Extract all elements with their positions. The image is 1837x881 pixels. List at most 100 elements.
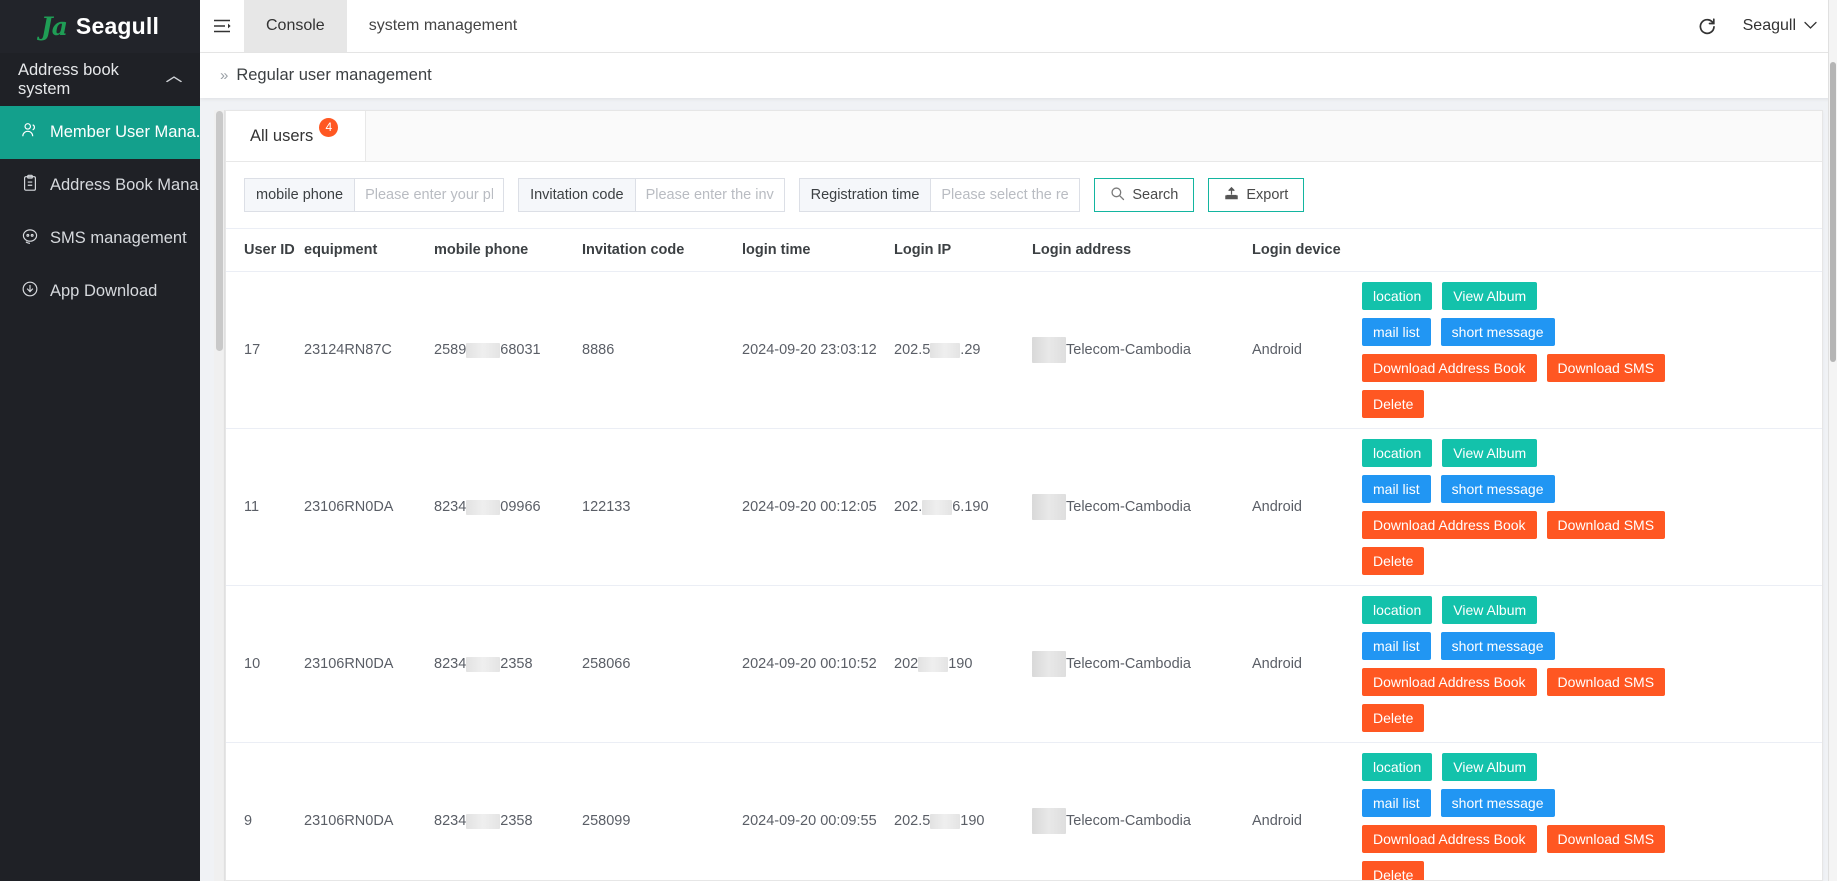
cell-login-address: Telecom-Cambodia xyxy=(1032,742,1252,880)
action-location-button[interactable]: location xyxy=(1362,753,1433,781)
refresh-icon[interactable] xyxy=(1697,16,1717,36)
sidebar-item-member-user-management[interactable]: Member User Mana... xyxy=(0,106,200,159)
action-view-album-button[interactable]: View Album xyxy=(1442,596,1538,624)
cell-user-id: 11 xyxy=(226,428,304,586)
export-icon xyxy=(1224,186,1239,205)
export-button[interactable]: Export xyxy=(1208,178,1305,212)
th-login-device: Login device xyxy=(1252,228,1362,272)
action-short-message-button[interactable]: short message xyxy=(1440,632,1555,660)
sidebar-item-label: Member User Mana... xyxy=(50,123,200,141)
table-row: 9 23106RN0DA 8234 2358 258099 2024-09-20 00:0… xyxy=(226,742,1822,880)
action-view-album-button[interactable]: View Album xyxy=(1442,753,1538,781)
table-header-row: User ID equipment mobile phone Invitatio… xyxy=(226,228,1822,272)
cell-actions: location View Album mail list short message… xyxy=(1362,428,1822,586)
cell-actions: location View Album mail list short message… xyxy=(1362,585,1822,743)
cell-actions: location View Album mail list short message… xyxy=(1362,271,1822,429)
action-short-message-button[interactable]: short message xyxy=(1440,789,1555,817)
cell-mobile-phone: 8234 2358 xyxy=(434,585,582,743)
chevron-down-icon xyxy=(1804,17,1817,35)
mobile-phone-input[interactable] xyxy=(354,178,505,212)
action-short-message-button[interactable]: short message xyxy=(1440,318,1555,346)
registration-time-input[interactable] xyxy=(930,178,1081,212)
action-location-button[interactable]: location xyxy=(1362,282,1433,310)
redacted-block xyxy=(1032,651,1066,677)
action-delete-button[interactable]: Delete xyxy=(1362,547,1425,575)
sidebar-item-app-download[interactable]: App Download xyxy=(0,265,200,318)
users-panel: All users 4 mobile phone Invitation code xyxy=(225,110,1823,881)
page-scrollbar[interactable] xyxy=(1828,0,1837,881)
search-button[interactable]: Search xyxy=(1094,178,1195,212)
action-row: location View Album xyxy=(1362,439,1644,467)
filter-registration-time-label: Registration time xyxy=(798,178,931,212)
cell-actions: location View Album mail list short message… xyxy=(1362,742,1822,880)
th-login-ip: Login IP xyxy=(894,228,1032,272)
row-action-buttons: location View Album mail list short message… xyxy=(1362,596,1666,732)
th-actions xyxy=(1362,228,1822,272)
action-location-button[interactable]: location xyxy=(1362,439,1433,467)
cell-mobile-phone: 2589 68031 xyxy=(434,271,582,429)
filter-mobile-phone-label: mobile phone xyxy=(244,178,355,212)
row-action-buttons: location View Album mail list short message… xyxy=(1362,282,1666,418)
clipboard-icon xyxy=(21,174,39,197)
action-delete-button[interactable]: Delete xyxy=(1362,704,1425,732)
cell-user-id: 17 xyxy=(226,271,304,429)
action-download-address-book-button[interactable]: Download Address Book xyxy=(1362,825,1537,853)
action-row: location View Album xyxy=(1362,596,1644,624)
action-mail-list-button[interactable]: mail list xyxy=(1362,789,1431,817)
action-download-sms-button[interactable]: Download SMS xyxy=(1546,668,1666,696)
invitation-code-input[interactable] xyxy=(634,178,785,212)
user-menu[interactable]: Seagull xyxy=(1743,17,1817,35)
action-row: location View Album xyxy=(1362,282,1644,310)
action-download-address-book-button[interactable]: Download Address Book xyxy=(1362,511,1537,539)
top-tab-system-management[interactable]: system management xyxy=(347,0,540,52)
page-scrollbar-thumb[interactable] xyxy=(1830,62,1836,362)
content-scrollbar[interactable] xyxy=(214,110,225,881)
sidebar-item-sms-management[interactable]: SMS management xyxy=(0,212,200,265)
redacted-block xyxy=(1032,337,1066,363)
search-icon xyxy=(1110,186,1125,205)
action-download-sms-button[interactable]: Download SMS xyxy=(1546,511,1666,539)
action-mail-list-button[interactable]: mail list xyxy=(1362,475,1431,503)
brand-logo[interactable]: Ja Seagull xyxy=(0,0,200,53)
cell-login-device: Android xyxy=(1252,742,1362,880)
top-tab-console[interactable]: Console xyxy=(244,0,347,52)
seagull-logo-icon: Ja xyxy=(40,12,68,41)
action-delete-button[interactable]: Delete xyxy=(1362,390,1425,418)
action-view-album-button[interactable]: View Album xyxy=(1442,439,1538,467)
table-row: 17 23124RN87C 2589 68031 8886 2024-09-20 23:0… xyxy=(226,271,1822,429)
cell-login-address: Telecom-Cambodia xyxy=(1032,585,1252,743)
action-row: location View Album xyxy=(1362,753,1644,781)
filter-invitation-code: Invitation code xyxy=(518,178,785,212)
cell-equipment: 23106RN0DA xyxy=(304,428,434,586)
action-download-sms-button[interactable]: Download SMS xyxy=(1546,354,1666,382)
cell-login-ip: 202.5.29 xyxy=(894,271,1032,429)
action-mail-list-button[interactable]: mail list xyxy=(1362,632,1431,660)
th-login-time: login time xyxy=(742,228,894,272)
th-user-id: User ID xyxy=(226,228,304,272)
sidebar-group-label: Address book system xyxy=(18,60,119,98)
action-row: Delete xyxy=(1362,390,1644,418)
action-mail-list-button[interactable]: mail list xyxy=(1362,318,1431,346)
cell-equipment: 23106RN0DA xyxy=(304,585,434,743)
sidebar-group-address-book-system[interactable]: Address book system xyxy=(0,53,200,106)
download-circle-icon xyxy=(21,280,39,303)
filter-invitation-code-label: Invitation code xyxy=(518,178,635,212)
action-download-sms-button[interactable]: Download SMS xyxy=(1546,825,1666,853)
th-mobile-phone: mobile phone xyxy=(434,228,582,272)
breadcrumb-current: Regular user management xyxy=(236,66,432,84)
tab-all-users[interactable]: All users 4 xyxy=(226,111,367,161)
action-view-album-button[interactable]: View Album xyxy=(1442,282,1538,310)
cell-login-address: Telecom-Cambodia xyxy=(1032,271,1252,429)
cell-equipment: 23106RN0DA xyxy=(304,742,434,880)
action-download-address-book-button[interactable]: Download Address Book xyxy=(1362,668,1537,696)
hamburger-collapse-icon[interactable] xyxy=(200,0,244,52)
sidebar-item-address-book-management[interactable]: Address Book Mana... xyxy=(0,159,200,212)
action-short-message-button[interactable]: short message xyxy=(1440,475,1555,503)
action-location-button[interactable]: location xyxy=(1362,596,1433,624)
action-download-address-book-button[interactable]: Download Address Book xyxy=(1362,354,1537,382)
content-scrollbar-thumb[interactable] xyxy=(215,111,223,351)
cell-login-time: 2024-09-20 00:10:52 xyxy=(742,585,894,743)
status-badge: 4 xyxy=(319,117,339,137)
action-delete-button[interactable]: Delete xyxy=(1362,861,1425,880)
main-area: Console system management Seagull » Regu… xyxy=(200,0,1837,881)
